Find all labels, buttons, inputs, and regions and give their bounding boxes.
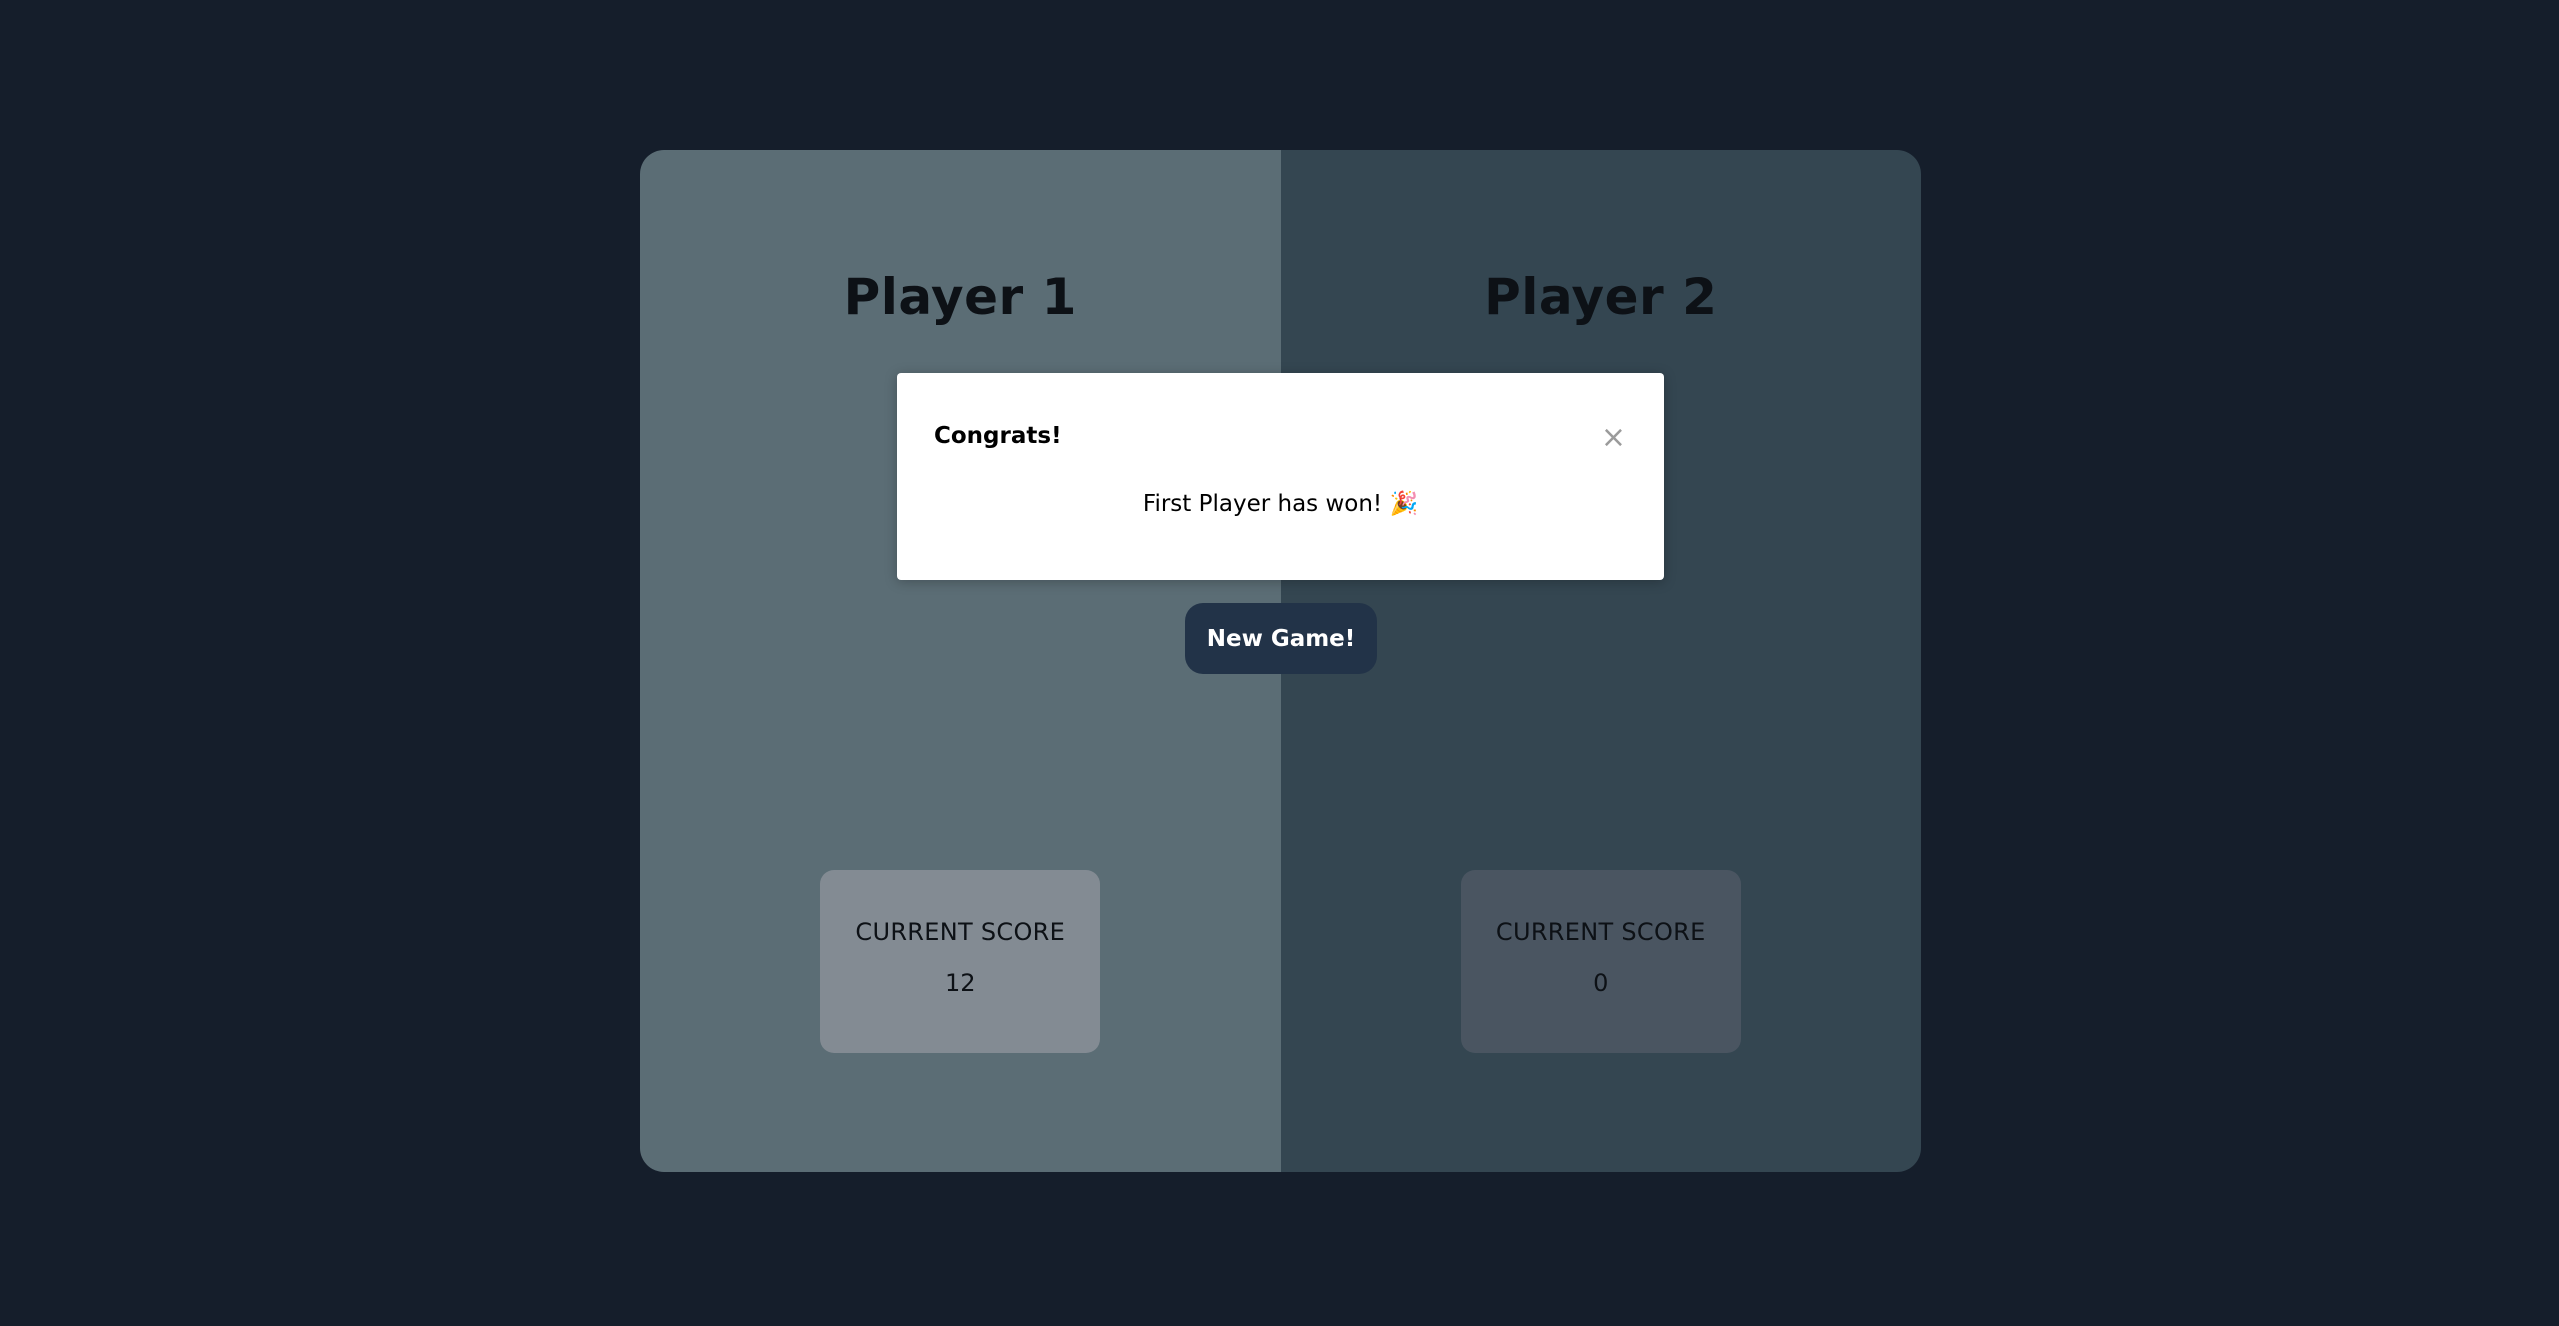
player-2-panel: Player 2 CURRENT SCORE 0 xyxy=(1280,150,1921,1172)
player-2-name: Player 2 xyxy=(1484,268,1718,326)
player-2-current-score-label: CURRENT SCORE xyxy=(1495,918,1706,946)
player-2-current-score-box: CURRENT SCORE 0 xyxy=(1460,870,1741,1053)
player-1-current-score-box: CURRENT SCORE 12 xyxy=(820,870,1101,1053)
player-1-name: Player 1 xyxy=(843,268,1077,326)
player-1-current-score-label: CURRENT SCORE xyxy=(855,918,1066,946)
modal-title: Congrats! xyxy=(934,423,1062,449)
winner-modal: Congrats! × First Player has won! 🎉 xyxy=(897,373,1664,580)
player-2-current-score-value: 0 xyxy=(1593,969,1609,997)
close-icon[interactable]: × xyxy=(1601,423,1626,453)
new-game-button[interactable]: New Game! xyxy=(1185,603,1377,674)
player-1-panel: Player 1 CURRENT SCORE 12 xyxy=(640,150,1281,1172)
winner-message: First Player has won! 🎉 xyxy=(1142,491,1419,517)
player-1-current-score-value: 12 xyxy=(944,969,976,997)
